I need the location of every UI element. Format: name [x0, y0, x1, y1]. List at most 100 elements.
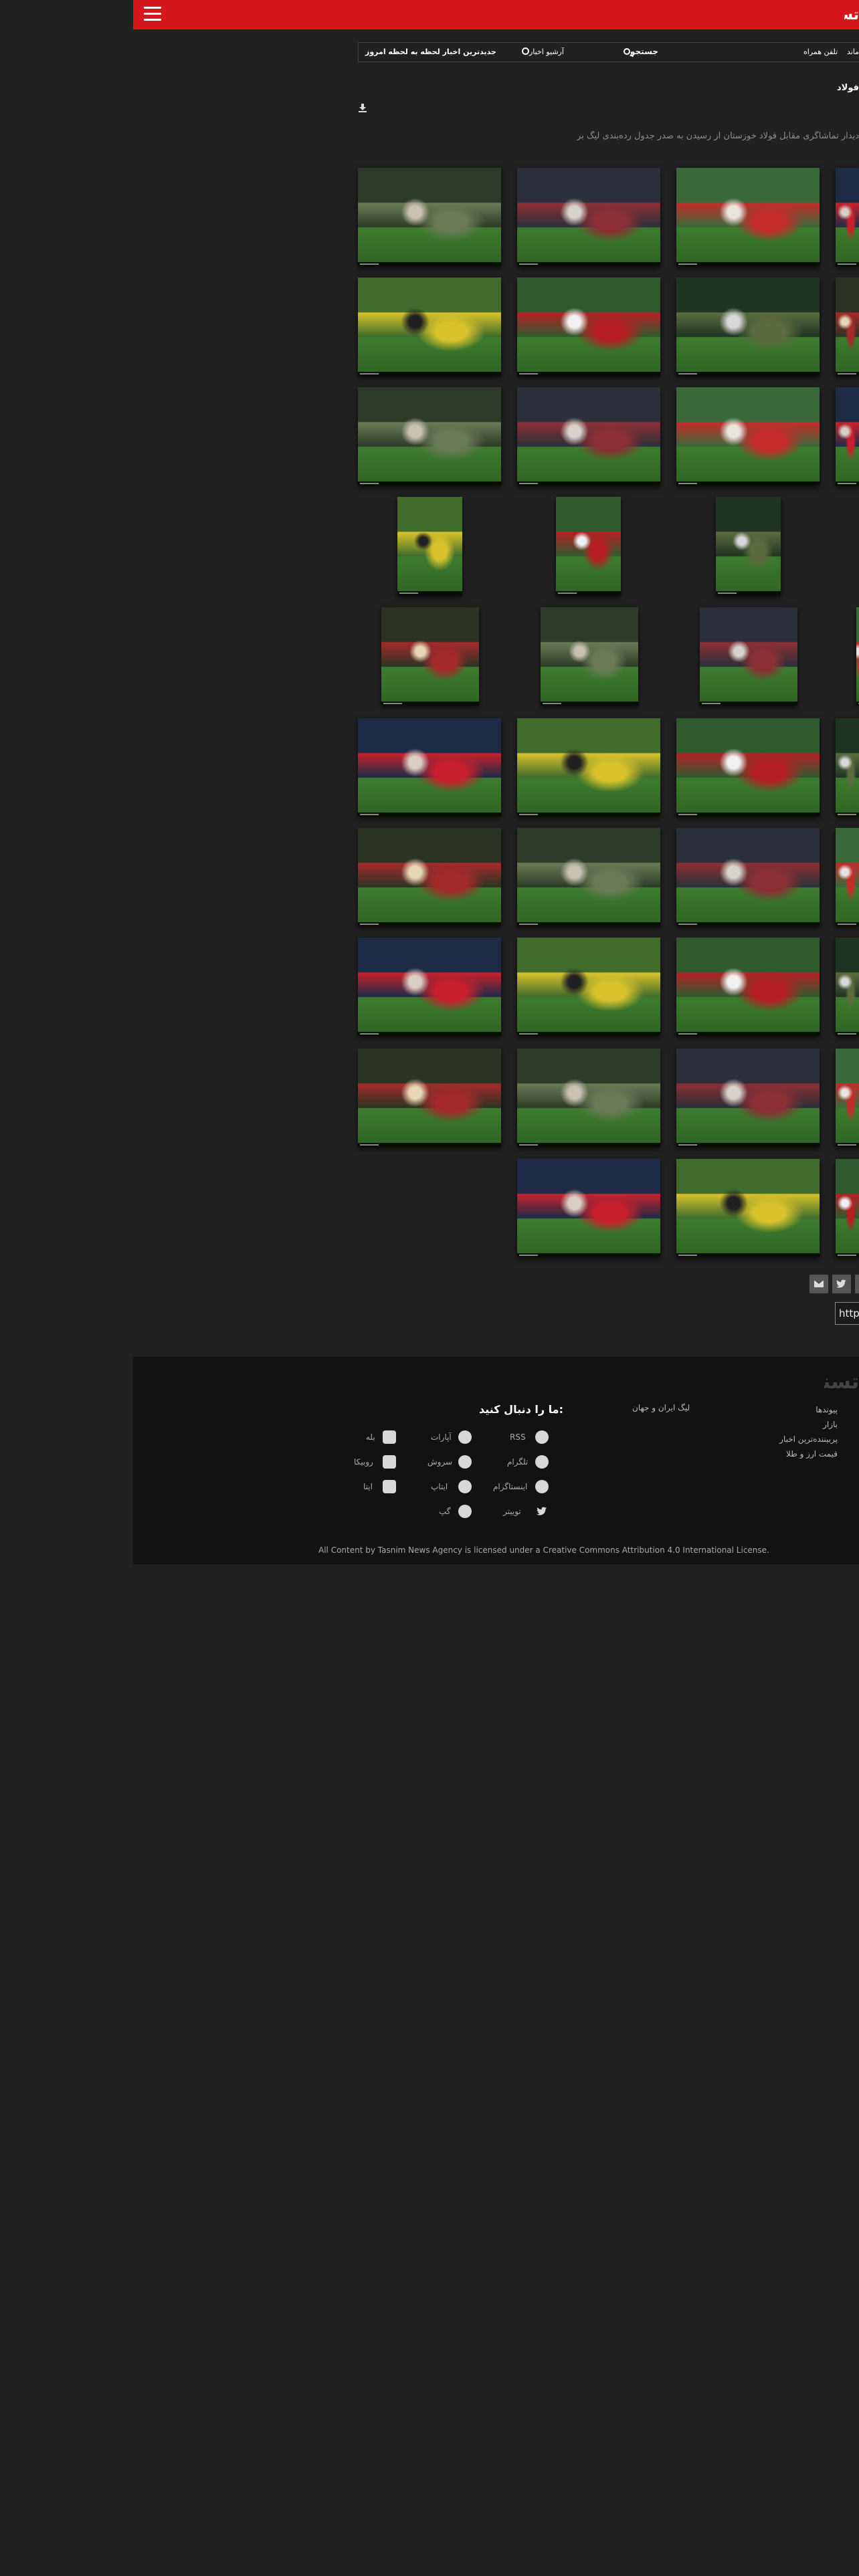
photo-credit-bar	[358, 1143, 501, 1147]
search-label: جستجو	[630, 47, 658, 56]
photo-credit-bar	[358, 372, 501, 376]
photo-credit-bar	[676, 262, 820, 266]
page: تسنیم جدیدترین اخبار لحظه به لحظه امروز …	[0, 0, 859, 2576]
gallery-photo[interactable]	[700, 607, 797, 706]
footer-logo[interactable]: تسنیم	[824, 1370, 859, 1394]
social-label-twitter[interactable]: توییتر	[503, 1507, 521, 1516]
gallery-photo[interactable]	[517, 168, 660, 266]
photo-credit-bar	[676, 372, 820, 376]
gallery-photo[interactable]	[676, 1049, 820, 1147]
download-icon[interactable]	[358, 103, 367, 112]
social-label-soroush[interactable]: سروش	[427, 1457, 452, 1467]
eitaa-icon[interactable]	[458, 1480, 472, 1493]
nav-item-cut[interactable]: ماند	[847, 47, 859, 56]
gallery-photo[interactable]	[517, 1159, 660, 1257]
gallery-photo[interactable]	[676, 387, 820, 486]
photo-credit-bar	[517, 372, 660, 376]
gallery-photo[interactable]	[836, 168, 859, 266]
gallery-photo[interactable]	[381, 607, 479, 706]
soroush-icon[interactable]	[458, 1455, 472, 1469]
license-text[interactable]: All Content by Tasnim News Agency is lic…	[318, 1545, 769, 1555]
social-label-rss[interactable]: RSS	[510, 1432, 526, 1442]
eita-icon[interactable]	[383, 1480, 396, 1493]
footer-link[interactable]: قیمت ارز و طلا	[744, 1446, 838, 1461]
gallery-photo[interactable]	[556, 497, 621, 595]
photo-credit-bar	[700, 702, 797, 706]
hamburger-icon[interactable]	[144, 7, 161, 21]
gap-icon[interactable]	[458, 1505, 472, 1518]
telegram-icon[interactable]	[535, 1455, 549, 1469]
gallery-photo[interactable]	[676, 718, 820, 817]
gallery-photo[interactable]	[856, 607, 859, 706]
gallery-photo[interactable]	[836, 278, 859, 376]
rubika-icon[interactable]	[383, 1455, 396, 1469]
bale-icon[interactable]	[383, 1430, 396, 1444]
social-label-eita[interactable]: ایتا	[363, 1482, 373, 1491]
gallery-photo[interactable]	[676, 938, 820, 1036]
gallery-photo[interactable]	[676, 828, 820, 926]
gallery-photo[interactable]	[836, 938, 859, 1036]
gallery-photo[interactable]	[517, 828, 660, 926]
gallery-photo[interactable]	[517, 938, 660, 1036]
gallery-photo[interactable]	[836, 1049, 859, 1147]
gallery-photo[interactable]	[358, 828, 501, 926]
photo-credit-bar	[517, 1253, 660, 1257]
share-url-field[interactable]: https://	[835, 1302, 859, 1325]
photo-credit-bar	[358, 922, 501, 926]
gallery-photo[interactable]	[541, 607, 638, 706]
social-label-eitaa[interactable]: ایتاپ	[431, 1482, 448, 1491]
photo-credit-bar	[381, 702, 479, 706]
footer-link[interactable]: پربیننده‌ترین اخبار	[744, 1432, 838, 1446]
aparat-icon[interactable]	[458, 1430, 472, 1444]
social-label-instagram[interactable]: اینستاگرام	[493, 1482, 527, 1491]
social-label-rubika[interactable]: روبیکا	[354, 1457, 373, 1467]
photo-credit-bar	[397, 591, 462, 595]
social-label-gap[interactable]: گپ	[439, 1507, 451, 1516]
gallery-photo[interactable]	[716, 497, 781, 595]
gallery-photo[interactable]	[397, 497, 462, 595]
gallery-photo[interactable]	[358, 387, 501, 486]
gallery-photo[interactable]	[358, 1049, 501, 1147]
rss-icon[interactable]	[535, 1430, 549, 1444]
share-email-button[interactable]	[809, 1275, 828, 1293]
site-logo[interactable]: تسنیم	[844, 5, 859, 25]
league-link[interactable]: لیگ ایران و جهان	[632, 1403, 690, 1412]
archive-link[interactable]: آرشیو اخبار	[519, 47, 564, 56]
footer-link[interactable]: پیوندها	[744, 1402, 838, 1417]
photo-credit-bar	[517, 1143, 660, 1147]
photo-credit-bar	[856, 702, 859, 706]
gallery-photo[interactable]	[517, 1049, 660, 1147]
search-icon	[624, 48, 630, 55]
gallery-photo[interactable]	[676, 278, 820, 376]
photo-credit-bar	[358, 813, 501, 817]
gallery-photo[interactable]	[358, 718, 501, 817]
gallery-photo[interactable]	[517, 387, 660, 486]
social-label-bale[interactable]: بله	[366, 1432, 375, 1442]
mobile-link[interactable]: تلفن همراه	[803, 47, 838, 56]
gallery-photo[interactable]	[517, 278, 660, 376]
gallery-photo[interactable]	[517, 718, 660, 817]
photo-credit-bar	[676, 922, 820, 926]
twitter-icon[interactable]	[535, 1505, 549, 1518]
gallery-photo[interactable]	[836, 718, 859, 817]
footer-link[interactable]: بازار	[744, 1417, 838, 1432]
gallery-photo[interactable]	[676, 168, 820, 266]
social-label-aparat[interactable]: آپارات	[431, 1432, 452, 1442]
gallery-photo[interactable]	[836, 828, 859, 926]
gallery-photo[interactable]	[836, 387, 859, 486]
photo-credit-bar	[836, 372, 859, 376]
gallery-photo[interactable]	[358, 168, 501, 266]
photo-credit-bar	[676, 1143, 820, 1147]
gallery-photo[interactable]	[836, 1159, 859, 1257]
photo-credit-bar	[517, 1032, 660, 1036]
gallery-photo[interactable]	[358, 938, 501, 1036]
share-more-button[interactable]	[855, 1275, 859, 1293]
latest-news-link[interactable]: جدیدترین اخبار لحظه به لحظه امروز	[365, 47, 496, 56]
gallery-photo[interactable]	[676, 1159, 820, 1257]
instagram-icon[interactable]	[535, 1480, 549, 1493]
share-twitter-button[interactable]	[832, 1275, 851, 1293]
gallery-photo[interactable]	[358, 278, 501, 376]
search-link[interactable]: جستجو	[621, 47, 658, 56]
social-label-telegram[interactable]: تلگرام	[507, 1457, 528, 1467]
twitter-icon	[836, 1279, 846, 1288]
